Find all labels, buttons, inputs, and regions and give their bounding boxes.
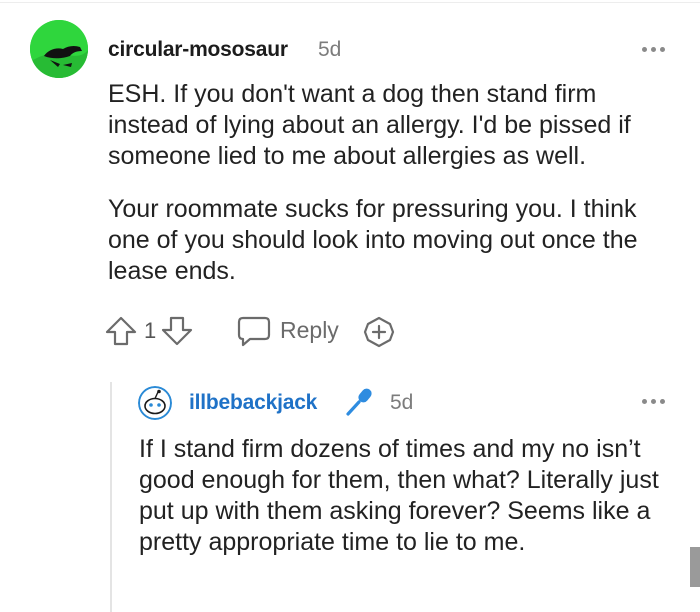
more-dots-icon[interactable]	[642, 398, 668, 406]
award-plus-icon[interactable]	[362, 315, 396, 354]
snoo-face-icon	[138, 386, 172, 420]
comment-paragraph-2: Your roommate sucks for pressuring you. …	[108, 195, 638, 285]
comment-paragraph-1: ESH. If you don't want a dog then stand …	[108, 80, 631, 170]
reply-bubble-icon[interactable]	[236, 315, 272, 352]
top-divider	[0, 2, 700, 3]
comment-age: 5d	[318, 38, 342, 61]
upvote-icon[interactable]	[104, 314, 138, 353]
more-dots-icon[interactable]	[642, 46, 668, 54]
comment-actions: 1 Reply	[104, 313, 424, 349]
avatar[interactable]	[30, 20, 88, 78]
snoo-avatar-icon	[30, 20, 88, 78]
microphone-icon	[343, 386, 377, 423]
reply-age: 5d	[390, 391, 414, 414]
vote-score: 1	[144, 318, 157, 343]
comment-username[interactable]: circular-mososaur	[108, 38, 288, 62]
reply-button[interactable]: Reply	[280, 317, 339, 344]
reply-username[interactable]: illbebackjack	[189, 391, 317, 415]
thread-line[interactable]	[110, 382, 112, 612]
reply-avatar[interactable]	[138, 386, 172, 420]
downvote-icon[interactable]	[160, 314, 194, 353]
scrollbar-thumb[interactable]	[690, 547, 700, 587]
reply-text: If I stand firm dozens of times and my n…	[139, 435, 659, 556]
